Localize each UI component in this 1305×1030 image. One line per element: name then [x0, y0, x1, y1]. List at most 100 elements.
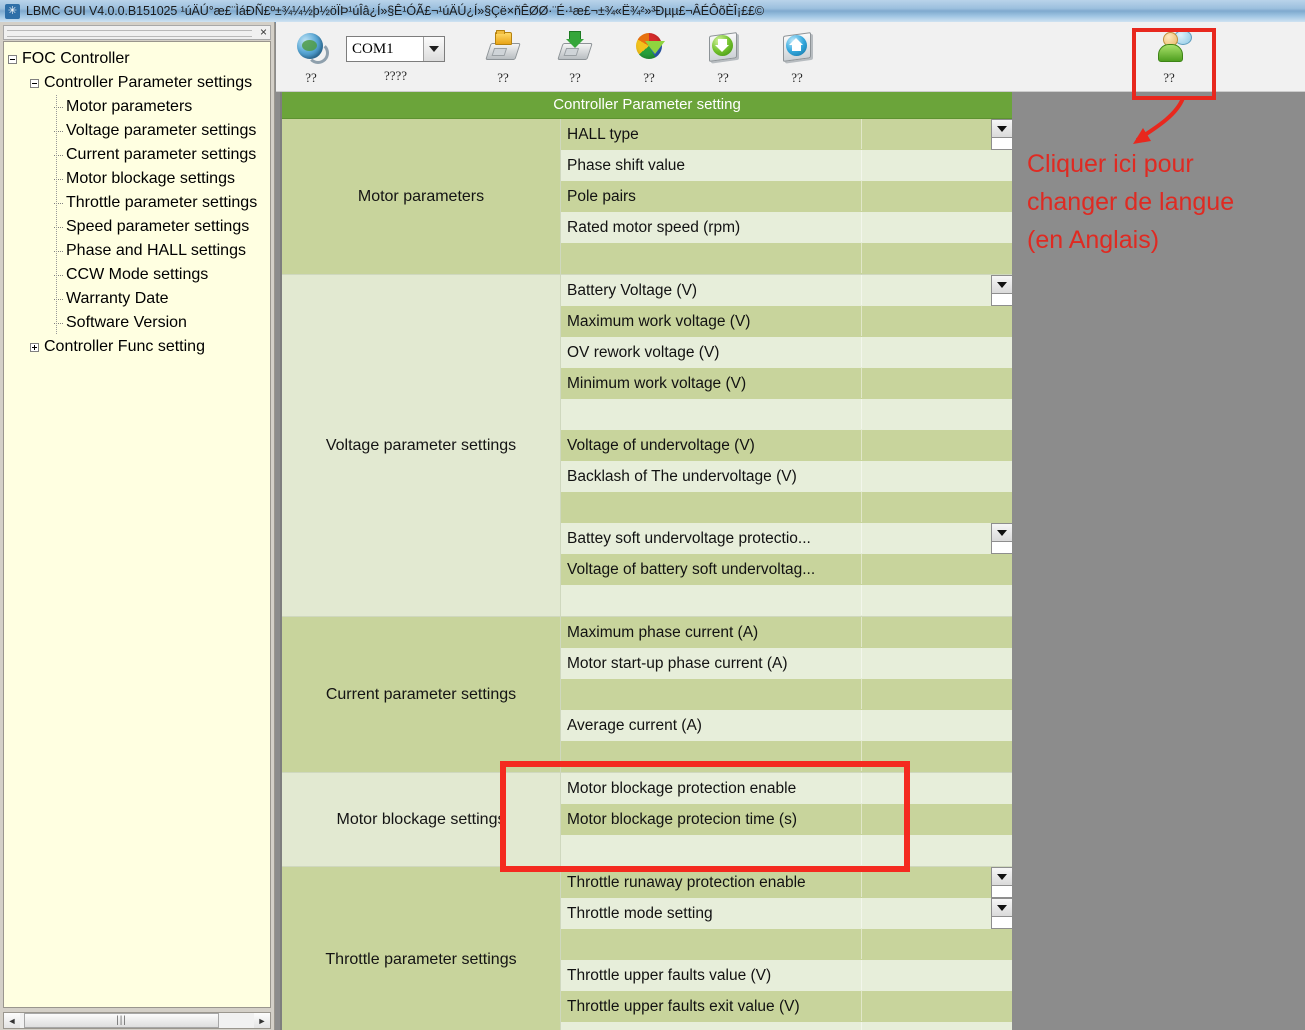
tree-item-motor-blockage-settings[interactable]: Motor blockage settings	[4, 167, 270, 191]
close-icon[interactable]: ×	[260, 25, 267, 40]
parameter-value-cell[interactable]	[861, 929, 1012, 959]
parameter-value-cell[interactable]	[861, 648, 1012, 678]
table-row[interactable]: Motor blockage protecion time (s)	[561, 804, 1012, 835]
table-row[interactable]	[561, 835, 1012, 866]
port-select[interactable]: COM1	[346, 36, 445, 62]
table-row[interactable]	[561, 741, 1012, 772]
scroll-track[interactable]	[219, 1013, 254, 1028]
table-row[interactable]: OV rework voltage (V)	[561, 337, 1012, 368]
save-file-button[interactable]: ??	[548, 28, 602, 86]
color-scheme-button[interactable]: ??	[622, 28, 676, 86]
chevron-down-icon[interactable]	[991, 119, 1012, 138]
tree-item-warranty-date[interactable]: Warranty Date	[4, 287, 270, 311]
tree-view[interactable]: FOC Controller Controller Parameter setti…	[3, 41, 271, 1008]
table-row[interactable]: Minimum work voltage (V)	[561, 368, 1012, 399]
parameter-value-cell[interactable]	[861, 243, 1012, 273]
parameter-value-cell[interactable]	[861, 773, 1012, 803]
parameter-value-cell[interactable]	[861, 960, 1012, 990]
connect-button[interactable]: ??	[284, 28, 338, 86]
tree-item-controller-func-setting[interactable]: Controller Func setting	[4, 335, 270, 359]
table-row[interactable]	[561, 929, 1012, 960]
parameter-value-cell[interactable]	[861, 898, 1012, 929]
tree-item-software-version[interactable]: Software Version	[4, 311, 270, 335]
dropdown-field[interactable]	[991, 917, 1012, 929]
table-row[interactable]: Motor start-up phase current (A)	[561, 648, 1012, 679]
parameter-value-cell[interactable]	[861, 430, 1012, 460]
parameter-value-cell[interactable]	[861, 1022, 1012, 1030]
tree-horizontal-scrollbar[interactable]: ◄ ||| ►	[3, 1012, 271, 1029]
tree-item-phase-and-hall-settings[interactable]: Phase and HALL settings	[4, 239, 270, 263]
write-to-controller-button[interactable]: ??	[770, 28, 824, 86]
parameter-value-cell[interactable]	[861, 461, 1012, 491]
change-language-button[interactable]: ??	[1142, 28, 1196, 86]
table-row[interactable]: Motor blockage protection enable	[561, 773, 1012, 804]
table-row[interactable]: Maximum phase current (A)	[561, 617, 1012, 648]
scroll-right-arrow-icon[interactable]: ►	[254, 1013, 270, 1028]
chevron-down-icon[interactable]	[991, 867, 1012, 886]
parameter-value-cell[interactable]	[861, 150, 1012, 180]
parameter-value-cell[interactable]	[861, 119, 1012, 150]
parameter-value-cell[interactable]	[861, 554, 1012, 584]
table-row[interactable]	[561, 585, 1012, 616]
scroll-thumb[interactable]: |||	[24, 1013, 219, 1028]
dropdown-field[interactable]	[991, 542, 1012, 554]
parameter-value-cell[interactable]	[861, 710, 1012, 740]
tree-item-controller-parameter-settings[interactable]: Controller Parameter settings	[4, 71, 270, 95]
parameter-value-cell[interactable]	[861, 835, 1012, 865]
tree-item-foc-controller[interactable]: FOC Controller	[4, 47, 270, 71]
table-row[interactable]: Backlash of The undervoltage (V)	[561, 461, 1012, 492]
table-row[interactable]: Battey soft undervoltage protectio...	[561, 523, 1012, 554]
table-row[interactable]: Maximum work voltage (V)	[561, 306, 1012, 337]
chevron-down-icon[interactable]	[991, 898, 1012, 917]
parameter-value-cell[interactable]	[861, 523, 1012, 554]
table-row[interactable]: Throttle upper faults exit value (V)	[561, 991, 1012, 1022]
table-row[interactable]: Rated motor speed (rpm)	[561, 212, 1012, 243]
table-row[interactable]	[561, 399, 1012, 430]
tree-item-voltage-parameter-settings[interactable]: Voltage parameter settings	[4, 119, 270, 143]
parameter-value-cell[interactable]	[861, 867, 1012, 898]
table-row[interactable]: HALL type	[561, 119, 1012, 150]
tree-item-motor-parameters[interactable]: Motor parameters	[4, 95, 270, 119]
table-row[interactable]: Average current (A)	[561, 710, 1012, 741]
open-file-button[interactable]: ??	[476, 28, 530, 86]
tree-item-current-parameter-settings[interactable]: Current parameter settings	[4, 143, 270, 167]
parameter-value-cell[interactable]	[861, 399, 1012, 429]
table-row[interactable]	[561, 492, 1012, 523]
parameter-value-cell[interactable]	[861, 492, 1012, 522]
parameter-value-cell[interactable]	[861, 368, 1012, 398]
table-row[interactable]: Pole pairs	[561, 181, 1012, 212]
parameter-value-cell[interactable]	[861, 212, 1012, 242]
tree-item-speed-parameter-settings[interactable]: Speed parameter settings	[4, 215, 270, 239]
table-row[interactable]	[561, 679, 1012, 710]
table-row[interactable]: Voltage of battery soft undervoltag...	[561, 554, 1012, 585]
collapse-icon[interactable]	[8, 55, 17, 64]
read-from-controller-button[interactable]: ??	[696, 28, 750, 86]
scroll-left-arrow-icon[interactable]: ◄	[4, 1013, 20, 1028]
table-row[interactable]	[561, 243, 1012, 274]
table-row[interactable]: Throttle mode setting	[561, 898, 1012, 929]
parameter-value-cell[interactable]	[861, 275, 1012, 306]
chevron-down-icon[interactable]	[423, 37, 444, 61]
parameter-value-cell[interactable]	[861, 585, 1012, 615]
dropdown-field[interactable]	[991, 294, 1012, 306]
tree-item-throttle-parameter-settings[interactable]: Throttle parameter settings	[4, 191, 270, 215]
parameter-value-cell[interactable]	[861, 337, 1012, 367]
collapse-icon[interactable]	[30, 79, 39, 88]
parameter-value-cell[interactable]	[861, 804, 1012, 834]
parameter-value-cell[interactable]	[861, 306, 1012, 336]
parameter-value-cell[interactable]	[861, 741, 1012, 771]
table-row[interactable]: Battery Voltage (V)	[561, 275, 1012, 306]
parameter-value-cell[interactable]	[861, 991, 1012, 1021]
table-row[interactable]: Phase shift value	[561, 150, 1012, 181]
table-row[interactable]: Voltage of undervoltage (V)	[561, 430, 1012, 461]
chevron-down-icon[interactable]	[991, 523, 1012, 542]
chevron-down-icon[interactable]	[991, 275, 1012, 294]
table-row[interactable]: Throttle runaway protection enable	[561, 867, 1012, 898]
dropdown-field[interactable]	[991, 138, 1012, 150]
tree-item-ccw-mode-settings[interactable]: CCW Mode settings	[4, 263, 270, 287]
parameter-value-cell[interactable]	[861, 181, 1012, 211]
table-row[interactable]	[561, 1022, 1012, 1030]
expand-icon[interactable]	[30, 343, 39, 352]
table-row[interactable]: Throttle upper faults value (V)	[561, 960, 1012, 991]
dropdown-field[interactable]	[991, 886, 1012, 898]
